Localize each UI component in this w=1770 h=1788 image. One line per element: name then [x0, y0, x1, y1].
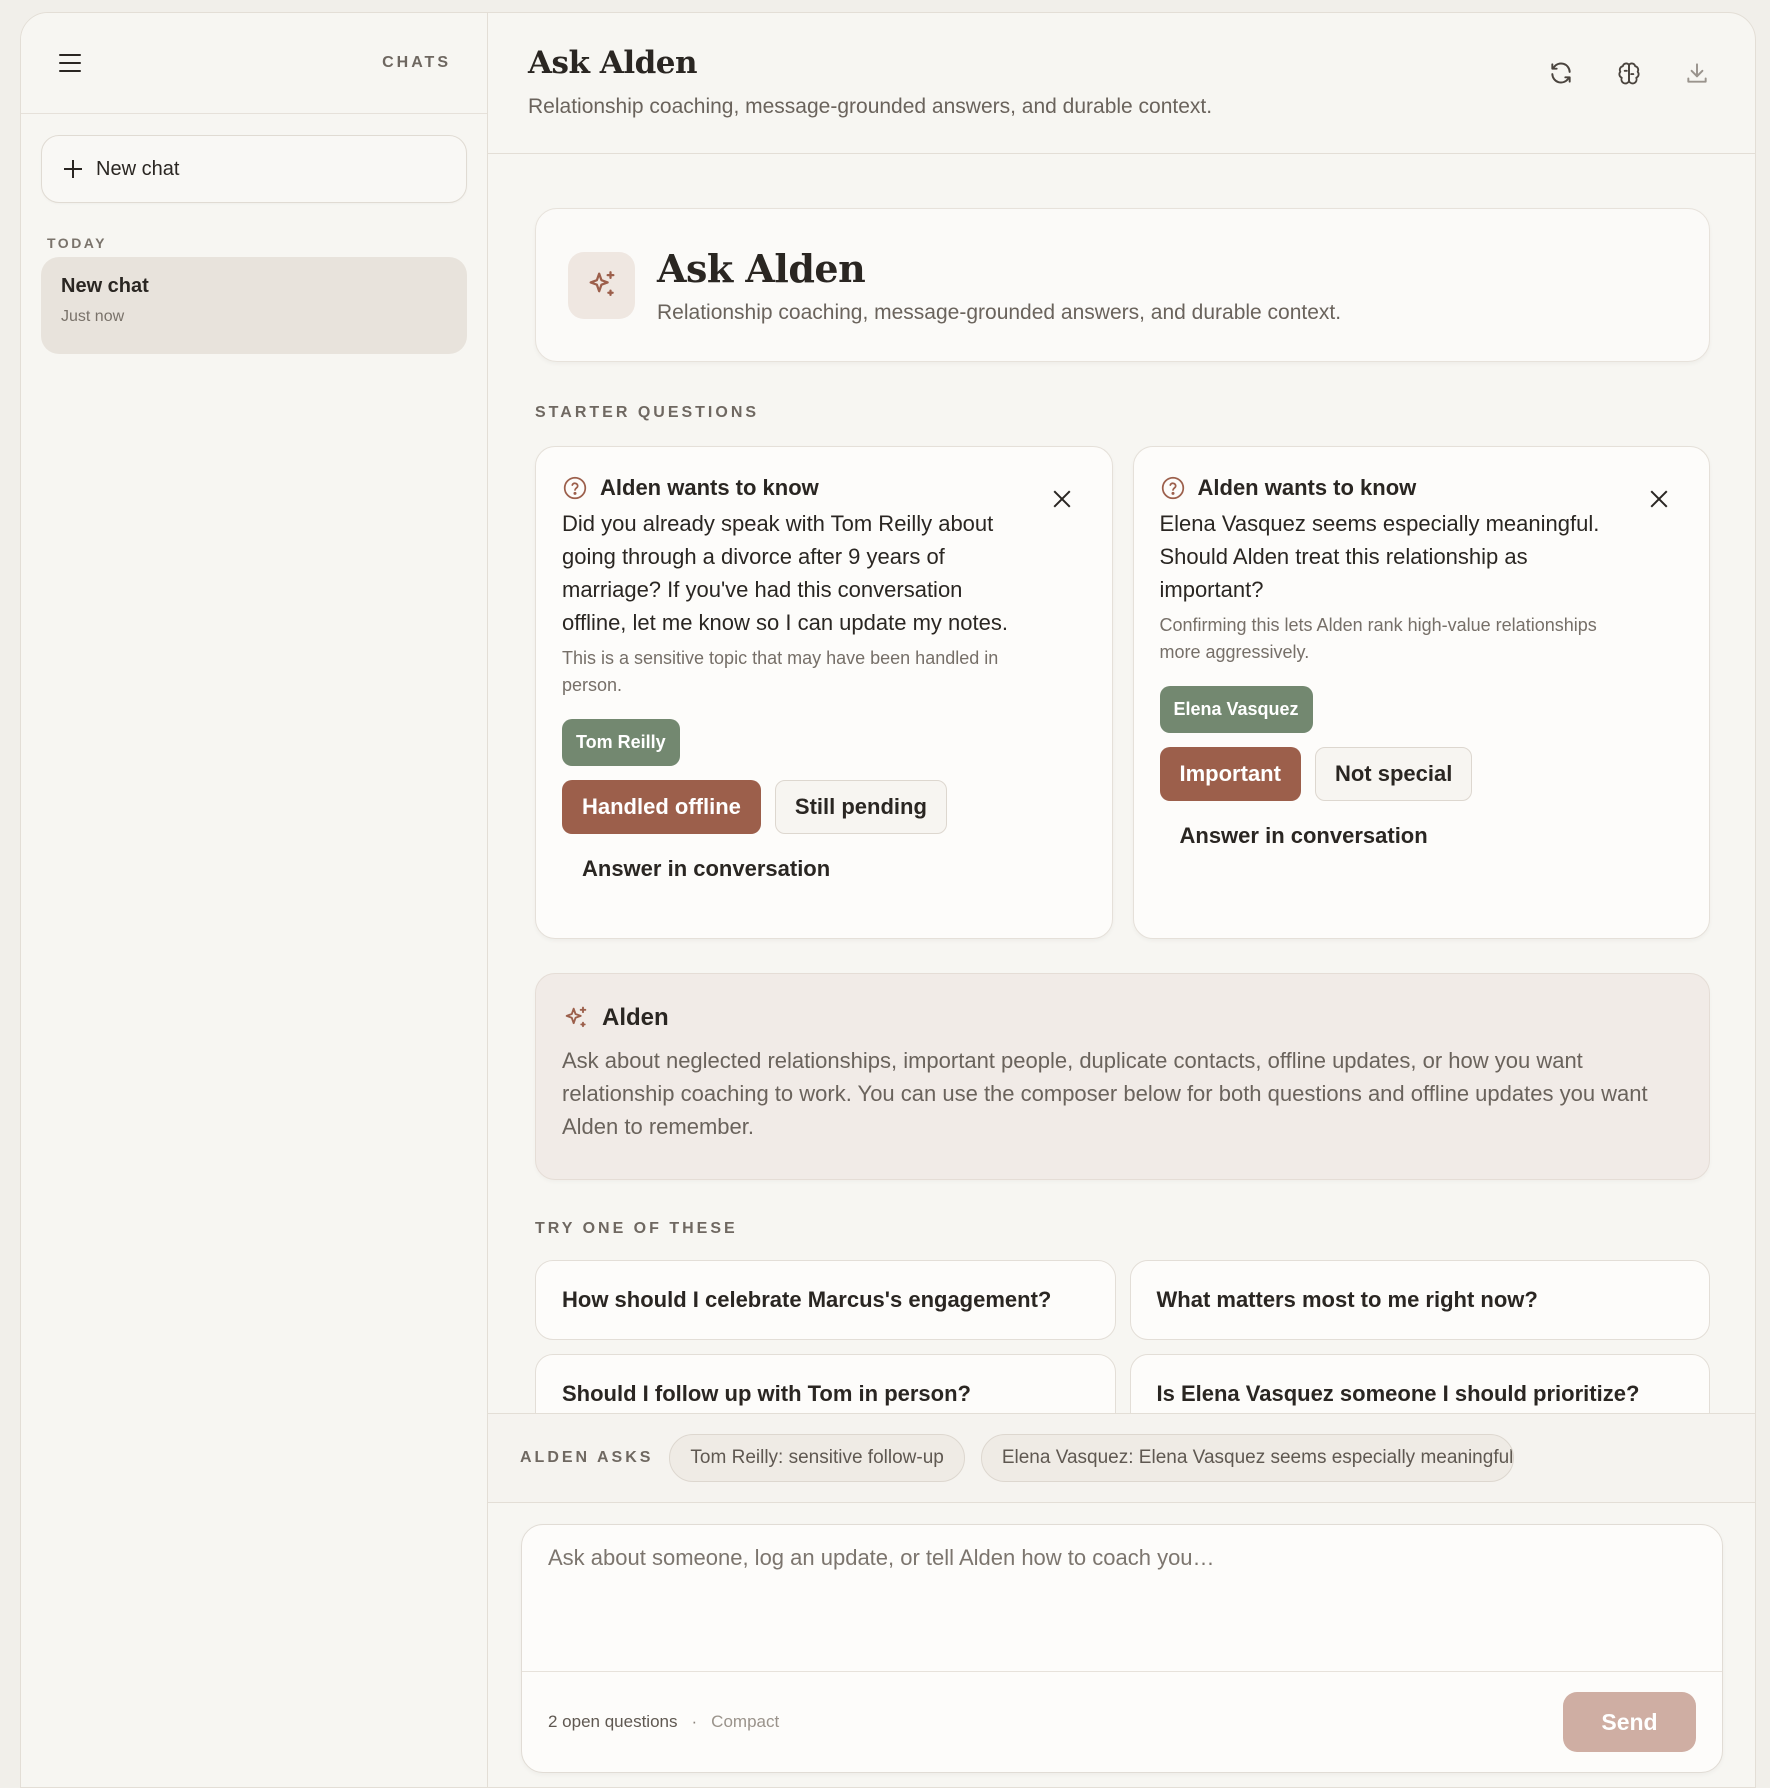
close-icon[interactable] — [1052, 489, 1072, 509]
question-card: Alden wants to know Did you already spea… — [535, 446, 1113, 939]
question-circle-icon — [1161, 476, 1184, 500]
ask-pill[interactable]: Tom Reilly: sensitive follow-up — [669, 1434, 965, 1482]
question-text: Elena Vasquez seems especially meaningfu… — [1159, 511, 1600, 602]
suggestion-chip[interactable]: How should I celebrate Marcus's engageme… — [535, 1260, 1116, 1340]
assistant-message-text: Ask about neglected relationships, impor… — [562, 1048, 1648, 1139]
answer-in-conversation-button[interactable]: Answer in conversation — [562, 842, 850, 896]
main-header: Ask Alden Relationship coaching, message… — [488, 13, 1755, 154]
important-button[interactable]: Important — [1159, 747, 1301, 801]
menu-icon[interactable] — [59, 54, 81, 72]
question-note: Confirming this lets Alden rank high-val… — [1159, 615, 1597, 662]
close-icon[interactable] — [1649, 489, 1669, 509]
refresh-icon[interactable] — [1547, 59, 1575, 87]
chat-list-item[interactable]: New chat Just now — [41, 257, 467, 354]
still-pending-button[interactable]: Still pending — [774, 780, 947, 834]
alden-asks-bar: ALDEN ASKS Tom Reilly: sensitive follow-… — [488, 1413, 1755, 1503]
question-circle-icon — [563, 476, 587, 500]
handled-offline-button[interactable]: Handled offline — [562, 780, 761, 834]
question-card-heading: Alden wants to know — [1197, 475, 1417, 500]
suggestion-chip[interactable]: Is Elena Vasquez someone I should priori… — [1129, 1354, 1710, 1413]
composer-footer: 2 open questions · Compact Send — [522, 1671, 1722, 1772]
starter-question-cards: Alden wants to know Did you already spea… — [535, 446, 1710, 939]
conversation-scroll[interactable]: Ask Alden Relationship coaching, message… — [488, 154, 1755, 1413]
answer-in-conversation-button[interactable]: Answer in conversation — [1160, 809, 1448, 863]
ask-pill[interactable]: Elena Vasquez: Elena Vasquez seems espec… — [980, 1434, 1514, 1482]
sidebar: CHATS New chat TODAY New chat Just now — [21, 13, 488, 1787]
sidebar-header: CHATS — [21, 13, 487, 114]
person-chip[interactable]: Elena Vasquez — [1159, 686, 1313, 733]
chat-item-title: New chat — [61, 275, 149, 297]
question-card: Alden wants to know Elena Vasquez seems … — [1132, 446, 1710, 939]
assistant-message: Alden Ask about neglected relationships,… — [535, 973, 1710, 1180]
section-label-today: TODAY — [47, 235, 107, 251]
question-note: This is a sensitive topic that may have … — [562, 648, 999, 695]
starter-questions-label: STARTER QUESTIONS — [535, 404, 760, 421]
hero-subtitle: Relationship coaching, message-grounded … — [657, 300, 1342, 324]
suggestion-grid: How should I celebrate Marcus's engageme… — [535, 1260, 1710, 1413]
sparkle-icon — [565, 1006, 587, 1028]
main-panel: Ask Alden Relationship coaching, message… — [488, 13, 1755, 1787]
suggestion-chip[interactable]: Should I follow up with Tom in person? — [535, 1354, 1116, 1413]
app-window: CHATS New chat TODAY New chat Just now A… — [20, 12, 1756, 1788]
download-icon[interactable] — [1683, 59, 1711, 87]
separator-dot: · — [691, 1712, 698, 1731]
send-button[interactable]: Send — [1563, 1692, 1696, 1752]
plus-icon — [64, 160, 82, 178]
chat-item-timestamp: Just now — [61, 308, 125, 325]
open-questions-count: 2 open questions — [548, 1712, 678, 1731]
hero-card: Ask Alden Relationship coaching, message… — [535, 208, 1710, 362]
not-special-button[interactable]: Not special — [1314, 747, 1473, 801]
sparkle-icon — [568, 251, 635, 319]
page-subtitle: Relationship coaching, message-grounded … — [528, 95, 1213, 118]
question-card-heading: Alden wants to know — [600, 475, 819, 500]
suggestion-chip[interactable]: What matters most to me right now? — [1129, 1260, 1710, 1340]
alden-asks-label: ALDEN ASKS — [520, 1449, 654, 1466]
compact-toggle[interactable]: Compact — [711, 1712, 779, 1732]
sidebar-title: CHATS — [382, 54, 451, 71]
page-title: Ask Alden — [528, 45, 698, 81]
new-chat-label: New chat — [96, 157, 180, 180]
question-text: Did you already speak with Tom Reilly ab… — [562, 511, 1008, 635]
person-chip[interactable]: Tom Reilly — [562, 719, 680, 766]
assistant-name: Alden — [602, 1004, 669, 1031]
new-chat-button[interactable]: New chat — [41, 135, 467, 203]
hero-title: Ask Alden — [657, 245, 866, 291]
header-actions — [1547, 59, 1711, 87]
try-these-label: TRY ONE OF THESE — [535, 1220, 738, 1237]
composer: 2 open questions · Compact Send — [521, 1524, 1723, 1773]
message-input[interactable] — [522, 1525, 1722, 1672]
brain-icon[interactable] — [1615, 59, 1643, 87]
